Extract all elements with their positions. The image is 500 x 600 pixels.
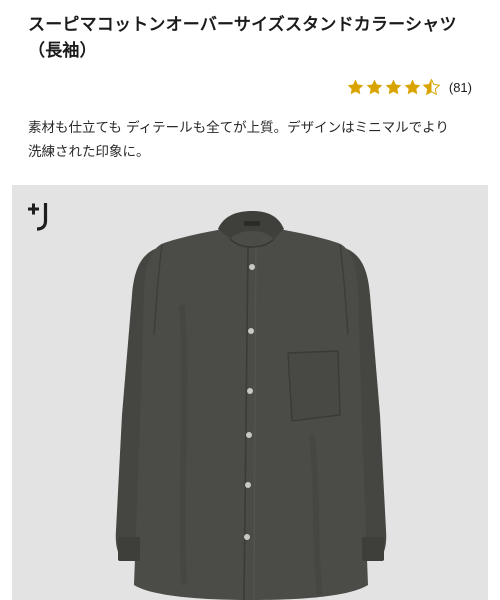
star-full-icon (385, 79, 402, 95)
star-full-icon (366, 79, 383, 95)
star-full-icon (347, 79, 364, 95)
stand-collar-shirt-photo (115, 211, 387, 600)
review-count[interactable]: (81) (449, 80, 472, 95)
product-title: スーピマコットンオーバーサイズスタンドカラーシャツ （長袖） (28, 15, 457, 61)
star-half-icon (422, 79, 440, 95)
product-rating[interactable]: (81) (347, 77, 472, 97)
product-image-panel[interactable] (12, 185, 488, 600)
star-full-icon (404, 79, 421, 95)
product-page: スーピマコットンオーバーサイズスタンドカラーシャツ （長袖） (81) 素材も仕… (0, 0, 500, 600)
rating-stars (347, 79, 440, 95)
product-description: 素材も仕立ても ディテールも全てが上質。デザインはミニマルでより 洗練された印象… (28, 120, 449, 160)
